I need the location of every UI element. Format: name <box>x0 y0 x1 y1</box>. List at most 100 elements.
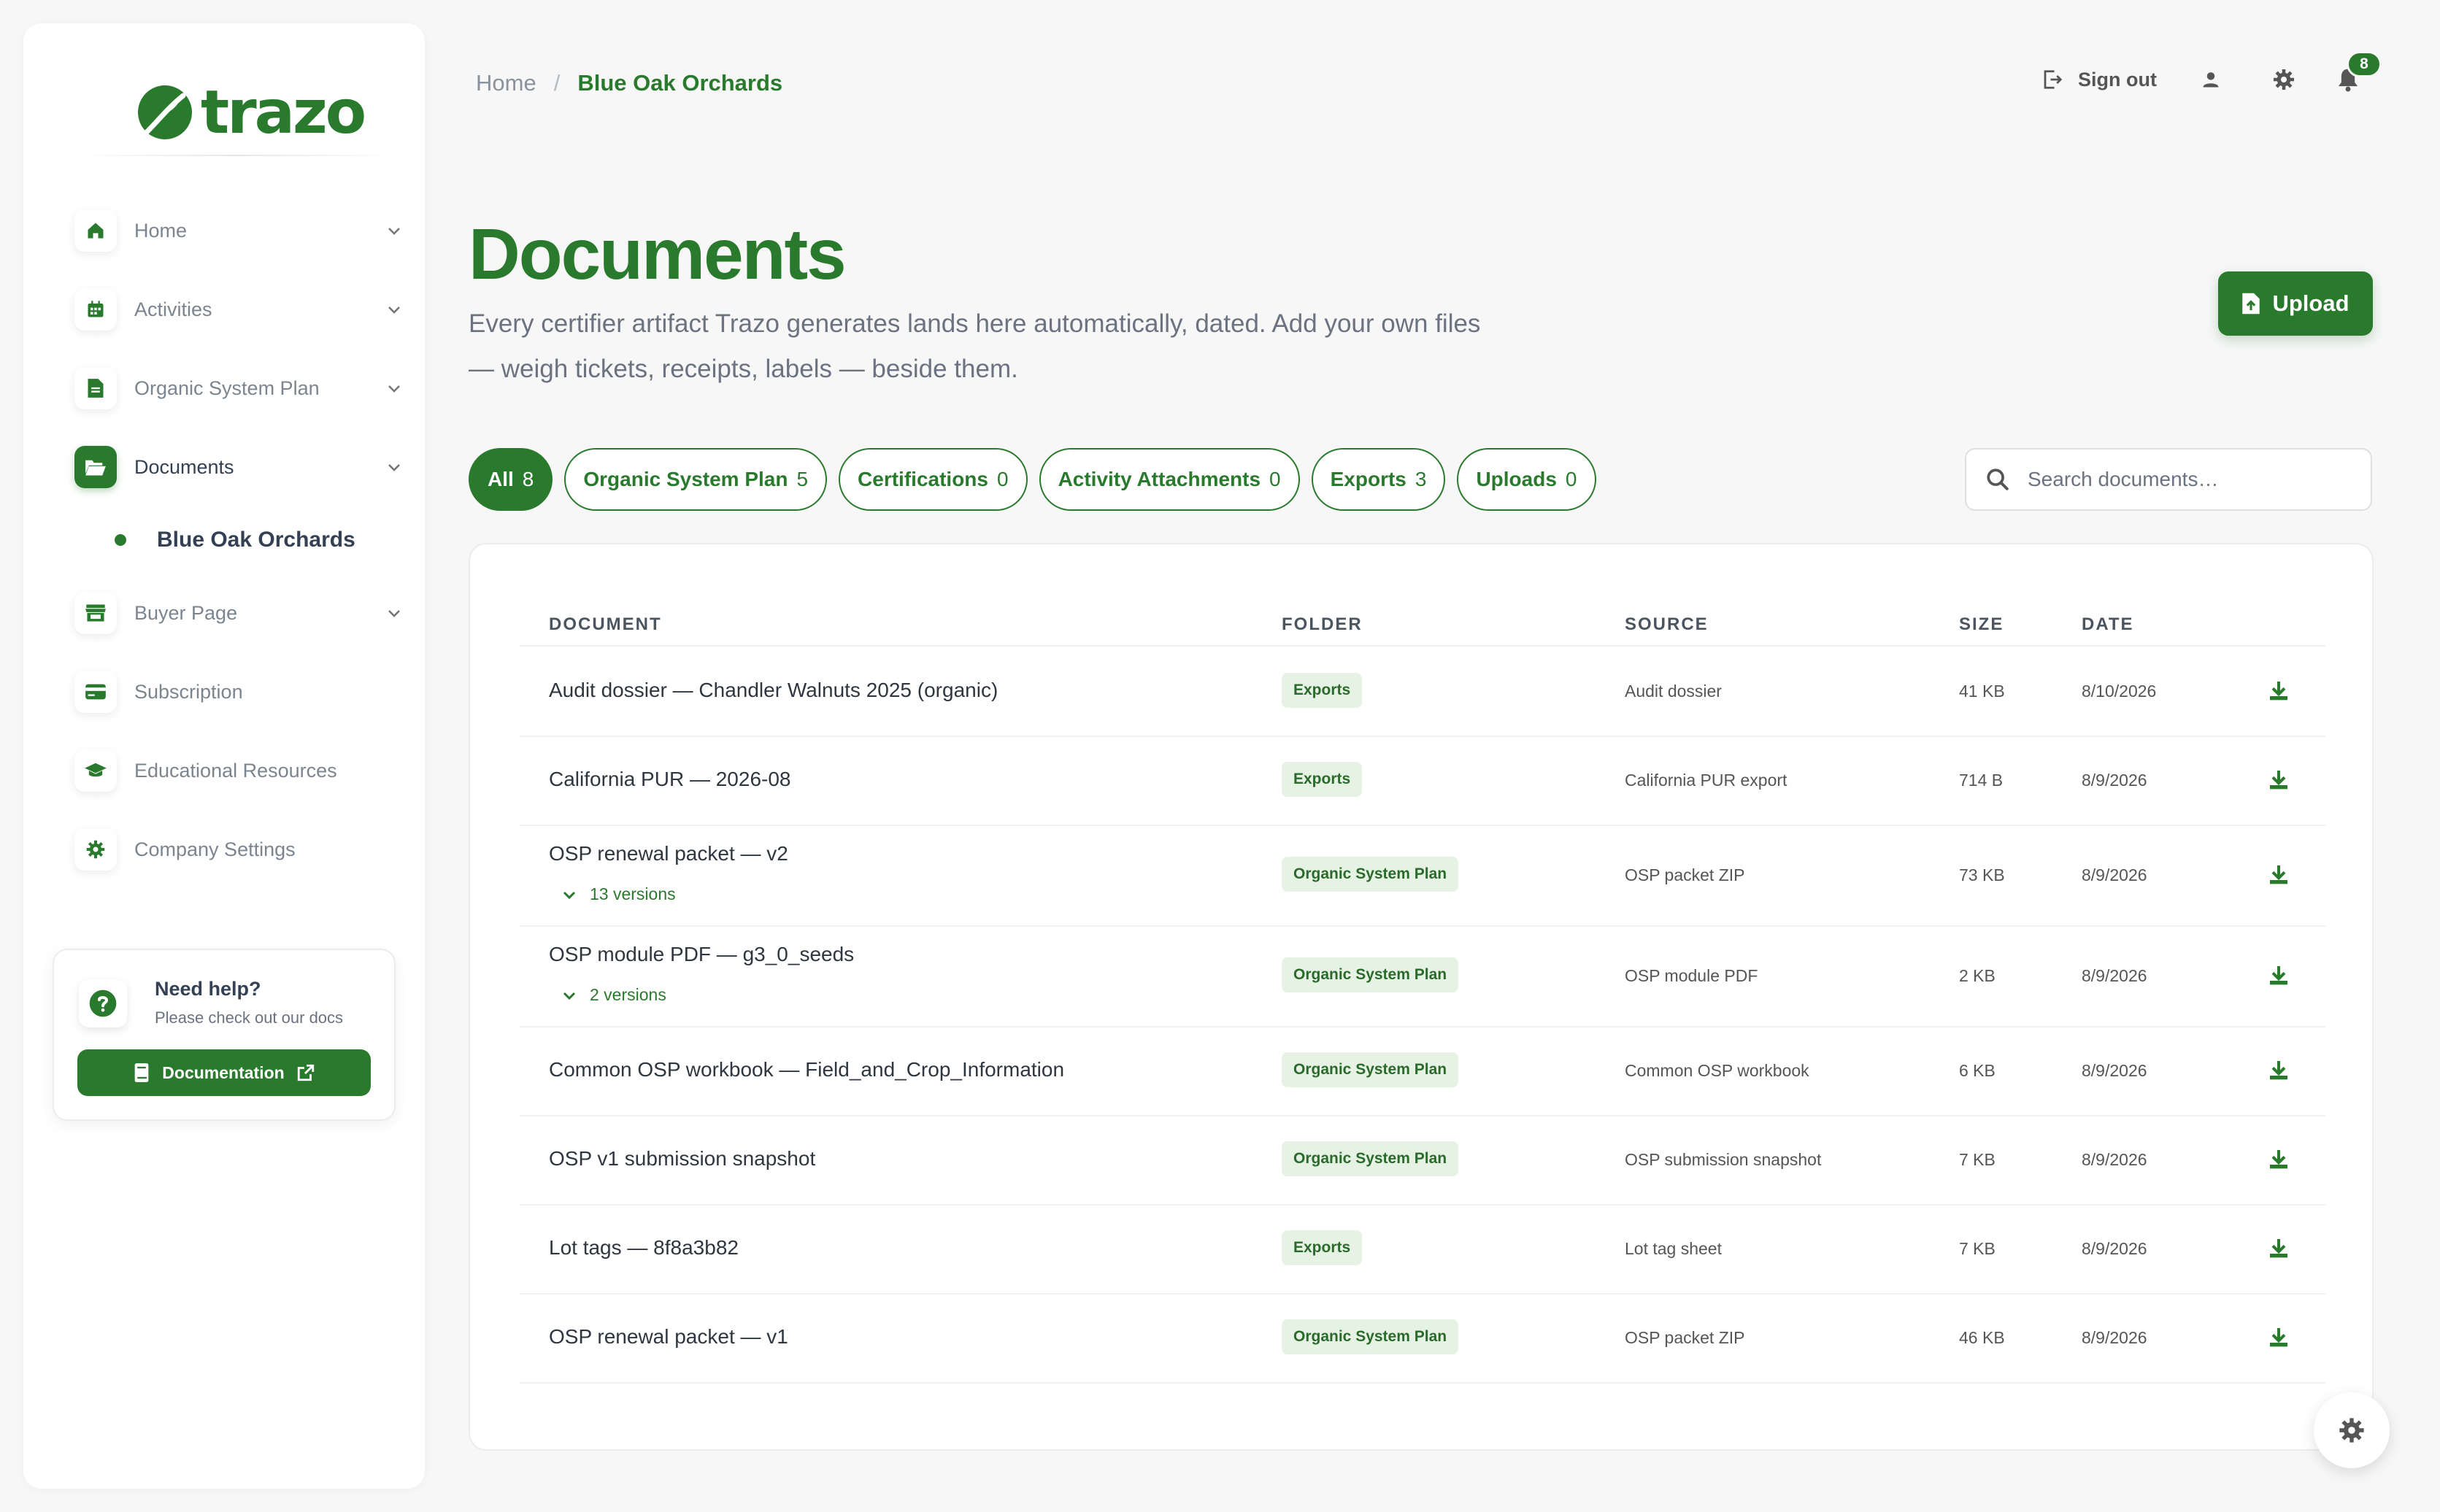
table-row[interactable]: Common OSP workbook — Field_and_Crop_Inf… <box>520 1027 2325 1116</box>
document-source: OSP packet ZIP <box>1625 1328 1745 1347</box>
document-name[interactable]: California PUR — 2026-08 <box>549 768 791 791</box>
folder-tag: Exports <box>1282 673 1363 708</box>
document-name[interactable]: OSP module PDF — g3_0_seeds <box>549 943 854 966</box>
document-size: 6 KB <box>1959 1061 1996 1080</box>
document-icon <box>74 367 117 409</box>
document-name[interactable]: OSP renewal packet — v1 <box>549 1325 788 1349</box>
page-title: Documents <box>469 214 847 294</box>
sign-out-icon <box>2044 70 2063 89</box>
chevron-down-icon <box>563 992 576 1000</box>
document-date: 8/9/2026 <box>2082 966 2147 985</box>
column-header-document[interactable]: DOCUMENT <box>549 614 662 635</box>
sidebar-nav: Home Activities Organic System Plan Docu… <box>53 191 410 889</box>
breadcrumb-home-link[interactable]: Home <box>476 70 536 96</box>
floating-settings-button[interactable] <box>2314 1392 2390 1468</box>
table-row[interactable]: OSP v1 submission snapshot Organic Syste… <box>520 1116 2325 1206</box>
help-subtitle: Please check out our docs <box>155 1008 344 1027</box>
table-row[interactable]: Lot tags — 8f8a3b82 Exports Lot tag shee… <box>520 1206 2325 1295</box>
sign-out-label: Sign out <box>2078 68 2157 90</box>
folder-filter-tabs: All 8 Organic System Plan 5 Certificatio… <box>469 448 1596 511</box>
versions-toggle[interactable]: 13 versions <box>561 884 676 904</box>
home-icon <box>74 209 117 252</box>
download-icon[interactable] <box>2267 768 2290 795</box>
filter-chip-activity-attachments[interactable]: Activity Attachments 0 <box>1039 448 1300 511</box>
graduation-cap-icon <box>74 749 117 792</box>
column-header-folder[interactable]: FOLDER <box>1282 614 1363 635</box>
document-name[interactable]: Lot tags — 8f8a3b82 <box>549 1236 739 1260</box>
upload-button[interactable]: Upload <box>2218 271 2373 336</box>
document-date: 8/9/2026 <box>2082 1328 2147 1347</box>
document-size: 714 B <box>1959 771 2004 790</box>
sidebar-item-company-settings[interactable]: Company Settings <box>53 810 410 889</box>
download-icon[interactable] <box>2267 1236 2290 1263</box>
sidebar-subitem-blue-oak-orchards[interactable]: Blue Oak Orchards <box>53 506 410 574</box>
download-icon[interactable] <box>2267 963 2290 990</box>
documentation-button[interactable]: Documentation <box>77 1049 371 1096</box>
table-row[interactable]: OSP module PDF — g3_0_seeds 2 versions O… <box>520 927 2325 1027</box>
folder-tag: Organic System Plan <box>1282 1319 1459 1354</box>
table-row[interactable]: OSP renewal packet — v2 13 versions Orga… <box>520 826 2325 927</box>
filter-chip-count: 0 <box>1565 468 1577 490</box>
folder-tag: Organic System Plan <box>1282 1052 1459 1087</box>
download-icon[interactable] <box>2267 679 2290 706</box>
filter-chip-certifications[interactable]: Certifications 0 <box>839 448 1028 511</box>
versions-label: 13 versions <box>590 884 676 903</box>
document-size: 7 KB <box>1959 1150 1996 1169</box>
filter-chip-organic-system-plan[interactable]: Organic System Plan 5 <box>564 448 828 511</box>
notifications-bell-icon[interactable]: 8 <box>2336 51 2382 92</box>
document-source: OSP submission snapshot <box>1625 1150 1822 1169</box>
document-name[interactable]: Audit dossier — Chandler Walnuts 2025 (o… <box>549 679 998 702</box>
sidebar-item-buyer-page[interactable]: Buyer Page <box>53 574 410 652</box>
download-icon[interactable] <box>2267 1325 2290 1352</box>
table-row[interactable]: OSP renewal packet — v1 Organic System P… <box>520 1295 2325 1384</box>
table-row[interactable]: Audit dossier — Chandler Walnuts 2025 (o… <box>520 648 2325 737</box>
chevron-down-icon <box>388 385 400 393</box>
brand-logo[interactable]: trazo <box>136 78 366 147</box>
table-row[interactable]: California PUR — 2026-08 Exports Califor… <box>520 737 2325 826</box>
sidebar-item-home[interactable]: Home <box>53 191 410 270</box>
sidebar-item-label: Activities <box>134 298 212 320</box>
document-source: Lot tag sheet <box>1625 1239 1722 1258</box>
filter-chip-all[interactable]: All 8 <box>469 448 553 511</box>
sidebar-item-subscription[interactable]: Subscription <box>53 652 410 731</box>
column-header-size[interactable]: SIZE <box>1959 614 2004 635</box>
document-name[interactable]: OSP v1 submission snapshot <box>549 1147 815 1170</box>
chevron-down-icon <box>388 464 400 471</box>
column-header-source[interactable]: SOURCE <box>1625 614 1709 635</box>
help-title: Need help? <box>155 978 261 1000</box>
sidebar-item-activities[interactable]: Activities <box>53 270 410 349</box>
topbar: Sign out 8 <box>2041 51 2382 92</box>
brand-name: trazo <box>201 77 366 147</box>
download-icon[interactable] <box>2267 863 2290 890</box>
filter-chip-exports[interactable]: Exports 3 <box>1311 448 1446 511</box>
filter-chip-uploads[interactable]: Uploads 0 <box>1457 448 1596 511</box>
sidebar-item-documents[interactable]: Documents <box>53 428 410 506</box>
document-size: 2 KB <box>1959 966 1996 985</box>
sidebar-item-organic-system-plan[interactable]: Organic System Plan <box>53 349 410 428</box>
document-source: Audit dossier <box>1625 682 1722 701</box>
document-name[interactable]: Common OSP workbook — Field_and_Crop_Inf… <box>549 1058 1064 1081</box>
upload-button-label: Upload <box>2272 290 2349 316</box>
document-date: 8/9/2026 <box>2082 771 2147 790</box>
download-icon[interactable] <box>2267 1058 2290 1085</box>
filter-chip-label: Certifications <box>858 468 988 490</box>
question-circle-icon <box>79 979 127 1027</box>
document-source: OSP packet ZIP <box>1625 865 1745 884</box>
external-link-icon <box>297 1064 314 1081</box>
filter-chip-label: Uploads <box>1476 468 1557 490</box>
settings-gear-icon[interactable] <box>2272 68 2295 91</box>
column-header-date[interactable]: DATE <box>2082 614 2134 635</box>
sidebar-item-educational-resources[interactable]: Educational Resources <box>53 731 410 810</box>
filter-chip-count: 5 <box>796 468 809 490</box>
sign-out-button[interactable]: Sign out <box>2041 69 2157 91</box>
user-icon[interactable] <box>2201 69 2221 90</box>
search-input[interactable] <box>2028 468 2349 491</box>
breadcrumb-current: Blue Oak Orchards <box>577 70 783 96</box>
page-description: Every certifier artifact Trazo generates… <box>469 309 1481 383</box>
download-icon[interactable] <box>2267 1147 2290 1174</box>
notification-count-badge: 8 <box>2347 51 2382 77</box>
document-name[interactable]: OSP renewal packet — v2 <box>549 842 788 865</box>
gear-icon <box>2339 1418 2364 1443</box>
versions-toggle[interactable]: 2 versions <box>561 985 666 1005</box>
document-date: 8/9/2026 <box>2082 1239 2147 1258</box>
